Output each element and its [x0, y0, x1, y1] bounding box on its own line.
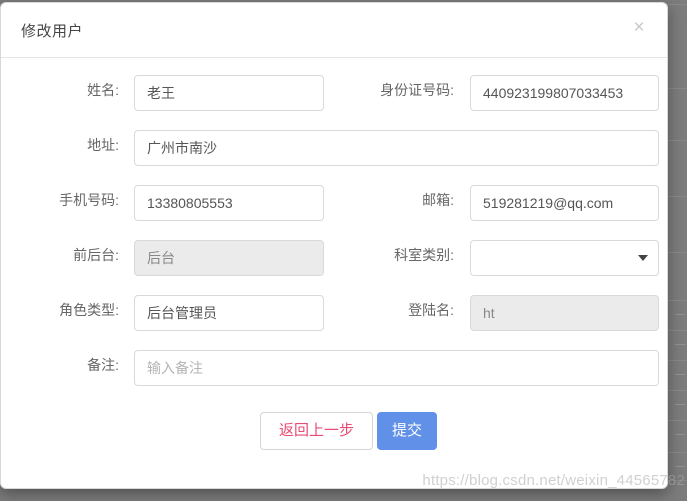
field-group-department-type: 科室类别: — [335, 232, 667, 287]
field-label-frontend-backend: 前后台: — [73, 247, 119, 263]
department-type-select[interactable] — [470, 240, 659, 276]
field-label-department-type: 科室类别: — [394, 247, 454, 263]
dialog-header: 修改用户 × — [1, 3, 667, 58]
field-group-email: 邮箱: — [335, 177, 667, 232]
field-group-address: 地址: — [1, 122, 667, 177]
login-name-input — [470, 295, 659, 331]
backdrop-line — [675, 434, 685, 435]
backdrop-line — [675, 344, 685, 345]
dialog-body: 姓名: 身份证号码: 地址: 手机号码: 邮箱: — [1, 58, 667, 462]
backdrop-line — [675, 314, 685, 315]
close-icon[interactable]: × — [628, 17, 650, 39]
submit-button[interactable]: 提交 — [377, 412, 437, 450]
frontend-backend-input — [134, 240, 324, 276]
phone-input[interactable] — [134, 185, 324, 221]
name-input[interactable] — [134, 75, 324, 111]
field-group-phone: 手机号码: — [1, 177, 335, 232]
field-group-frontend-backend: 前后台: — [1, 232, 335, 287]
form-row: 备注: — [1, 342, 667, 397]
form-row: 前后台: 科室类别: — [1, 232, 667, 287]
dialog-title: 修改用户 — [21, 23, 84, 40]
remarks-input[interactable] — [134, 350, 659, 386]
form-row: 地址: — [1, 122, 667, 177]
backdrop-line — [675, 466, 685, 467]
backdrop-line — [675, 404, 685, 405]
field-label-login-name: 登陆名: — [408, 302, 454, 318]
form-row: 姓名: 身份证号码: — [1, 67, 667, 122]
field-group-id-number: 身份证号码: — [335, 67, 667, 122]
role-type-input[interactable] — [134, 295, 324, 331]
form-row: 角色类型: 登陆名: — [1, 287, 667, 342]
field-label-id-number: 身份证号码: — [380, 82, 454, 98]
field-label-remarks: 备注: — [87, 357, 119, 373]
dialog-footer: 返回上一步 提交 — [1, 402, 667, 462]
department-type-select-value[interactable] — [470, 240, 659, 276]
field-group-remarks: 备注: — [1, 342, 667, 397]
id-number-input[interactable] — [470, 75, 659, 111]
field-label-email: 邮箱: — [422, 192, 454, 208]
address-input[interactable] — [134, 130, 659, 166]
field-group-role-type: 角色类型: — [1, 287, 335, 342]
field-label-address: 地址: — [87, 137, 119, 153]
backdrop-line — [675, 374, 685, 375]
field-group-login-name: 登陆名: — [335, 287, 667, 342]
field-label-role-type: 角色类型: — [59, 302, 119, 318]
field-label-phone: 手机号码: — [59, 192, 119, 208]
field-label-name: 姓名: — [87, 82, 119, 98]
email-input[interactable] — [470, 185, 659, 221]
back-button[interactable]: 返回上一步 — [260, 412, 373, 450]
field-group-name: 姓名: — [1, 67, 335, 122]
form-row: 手机号码: 邮箱: — [1, 177, 667, 232]
edit-user-dialog: 修改用户 × 姓名: 身份证号码: 地址: 手机号码: — [0, 2, 668, 489]
